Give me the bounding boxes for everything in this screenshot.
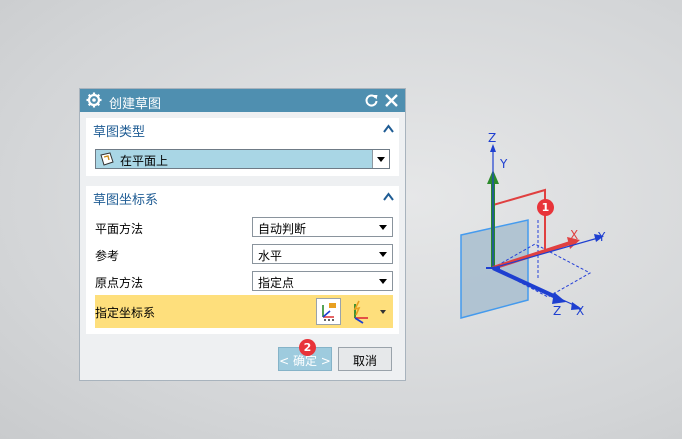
sketch-type-label: 草图类型 [93,125,146,140]
plane-method-label: 平面方法 [95,222,144,236]
chevron-down-icon [380,310,386,314]
reset-icon[interactable] [364,93,379,108]
chevron-down-icon [379,252,387,257]
reference-value: 水平 [258,249,283,263]
sketch-type-dropdown[interactable] [372,150,389,168]
chevron-up-icon[interactable] [383,192,394,201]
csys-preview[interactable]: Z Y X Y Z X [430,120,630,330]
dialog-title: 创建草图 [109,97,162,112]
sketch-csys-label: 草图坐标系 [93,193,159,208]
dialog-titlebar: 创建草图 [80,89,405,112]
specify-csys-row[interactable]: 指定坐标系 [95,295,393,328]
sketch-type-select[interactable]: 在平面上 [95,149,390,169]
axis-label-x-bottom: X [576,304,584,318]
sketch-csys-header[interactable]: 草图坐标系 [86,186,399,208]
origin-method-label: 原点方法 [95,276,144,290]
chevron-down-icon [377,157,385,162]
chevron-down-icon [379,279,387,284]
reference-select[interactable]: 水平 [252,244,393,264]
plane-method-value: 自动判断 [258,222,307,236]
gear-icon[interactable] [86,92,102,108]
csys-dialog-button[interactable] [316,298,341,325]
axis-label-y-blue: Y [597,230,606,244]
origin-method-select[interactable]: 指定点 [252,271,393,291]
chevron-down-icon [379,225,387,230]
sketch-type-value: 在平面上 [120,154,169,168]
plane-sketch-icon [100,152,114,166]
axis-label-x-red: X [570,228,578,242]
origin-method-value: 指定点 [258,276,295,290]
chevron-up-icon[interactable] [383,124,394,133]
csys-dialog-icon [322,303,336,321]
sketch-type-header[interactable]: 草图类型 [86,118,399,140]
axis-label-y-vertical: Y [499,157,508,171]
csys-options-dropdown[interactable] [376,298,391,325]
close-icon[interactable] [384,93,399,108]
inferred-csys-button[interactable] [346,298,374,325]
inferred-csys-icon [353,300,368,324]
cancel-button[interactable]: 取消 [338,347,392,371]
step-badge-1: 1 [537,199,554,216]
plane-method-select[interactable]: 自动判断 [252,217,393,237]
create-sketch-dialog: 创建草图 草图类型 在平面上 草图坐标系 平面方法 自动判断 参考 水平 原点方… [79,88,406,381]
specify-csys-label: 指定坐标系 [95,306,156,320]
reference-label: 参考 [95,249,120,263]
axis-label-z-bottom: Z [553,304,561,318]
axis-label-z-top: Z [488,131,496,145]
step-badge-2: 2 [299,339,316,356]
cancel-button-label: 取消 [352,354,377,368]
